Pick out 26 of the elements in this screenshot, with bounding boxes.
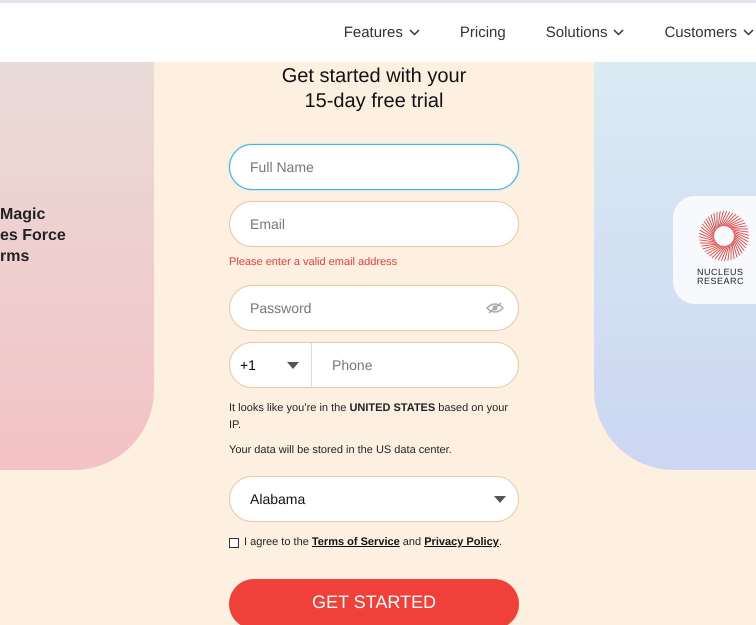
name-field[interactable]: Full Name [229, 144, 519, 190]
email-field[interactable]: Email [229, 201, 519, 247]
nav-link[interactable]: Customers [664, 24, 754, 41]
privacy-link[interactable]: Privacy Policy [424, 536, 499, 548]
password-field[interactable]: Password [229, 285, 519, 331]
region-select[interactable]: Alabama [229, 476, 519, 522]
nav-link[interactable]: Pricing [460, 24, 506, 41]
terms-link[interactable]: Terms of Service [312, 536, 400, 548]
caret-icon [494, 496, 506, 502]
error-message: Please enter a valid email address [229, 256, 398, 268]
nav-link[interactable]: Solutions [546, 24, 624, 41]
logo-text: NUCLEUS [697, 268, 745, 277]
promo-heading: Magic es Force rms [0, 205, 67, 267]
country-code-select[interactable]: +1 [230, 343, 312, 387]
location-note: It looks like you’re in the UNITED STATES based on your IP. [229, 401, 509, 433]
agree-checkbox[interactable] [229, 538, 239, 548]
logo-text: RESEARC [697, 277, 746, 286]
data-center-note: Your data will be stored in the US data center. [229, 443, 453, 458]
phone-field[interactable]: +1 Phone [229, 342, 519, 388]
agree-text: I agree to the Terms of Service and Privacy Policy. [244, 535, 502, 550]
caret-icon [287, 362, 299, 368]
nav-link[interactable]: Features [344, 24, 420, 41]
phone-input[interactable]: Phone [312, 349, 518, 381]
get-started-button[interactable]: GET STARTED [229, 579, 519, 625]
sunburst-logo-icon [698, 210, 750, 262]
form-title: Get started with your 15-day free trial [282, 64, 466, 114]
